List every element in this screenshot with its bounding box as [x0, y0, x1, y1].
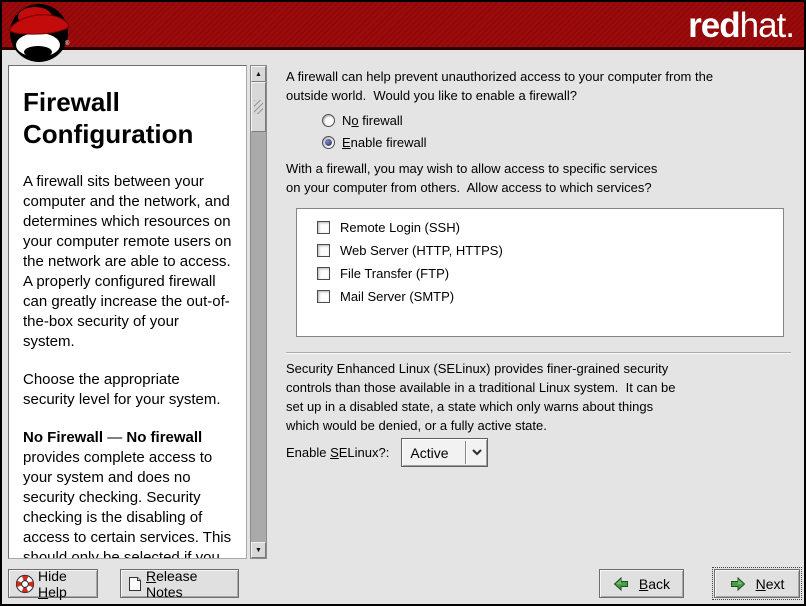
header-banner: [2, 2, 804, 50]
service-row-ssh[interactable]: Remote Login (SSH): [317, 216, 783, 239]
back-label: Back: [639, 576, 670, 592]
selinux-line-2: controls than those available in a tradi…: [286, 378, 676, 397]
label-post: ack: [648, 576, 670, 592]
checkbox-web-server[interactable]: [317, 244, 330, 257]
help-scrollbar[interactable]: ▲ ▼: [250, 65, 267, 559]
radio-enable-firewall[interactable]: [322, 136, 335, 149]
document-icon: [127, 576, 143, 592]
arrow-right-icon: [730, 576, 746, 592]
intro-line-1: A firewall can help prevent unauthorized…: [286, 67, 713, 86]
help-term-no-firewall-2: No firewall: [126, 429, 202, 446]
label-pre: Enable: [286, 445, 330, 460]
help-paragraph-3-text: provides complete access to your system …: [23, 449, 231, 559]
selinux-line-1: Security Enhanced Linux (SELinux) provid…: [286, 359, 676, 378]
services-question-text: With a firewall, you may wish to allow a…: [286, 159, 657, 197]
selinux-description: Security Enhanced Linux (SELinux) provid…: [286, 359, 676, 435]
scroll-down-button[interactable]: ▼: [251, 542, 266, 558]
scroll-up-button[interactable]: ▲: [251, 66, 266, 82]
horizontal-separator: [286, 352, 791, 354]
selinux-dropdown[interactable]: Active: [401, 438, 488, 467]
checkbox-file-transfer-ftp[interactable]: [317, 267, 330, 280]
next-label: Next: [756, 576, 785, 592]
radio-row-enable-firewall[interactable]: Enable firewall: [322, 131, 427, 153]
checkbox-mail-server-smtp[interactable]: [317, 290, 330, 303]
window-body: ® redhat. Firewall Configuration A firew…: [2, 2, 804, 604]
radio-enable-firewall-label[interactable]: Enable firewall: [342, 135, 427, 150]
label-accel: o: [351, 113, 358, 128]
label-pre: N: [342, 113, 351, 128]
scrollbar-thumb[interactable]: [251, 82, 266, 132]
help-paragraph-3: No Firewall — No firewall provides compl…: [23, 428, 232, 559]
help-title: Firewall Configuration: [23, 86, 236, 150]
checkbox-remote-login-ssh[interactable]: [317, 221, 330, 234]
intro-line-2: outside world. Would you like to enable …: [286, 86, 713, 105]
chevron-down-icon: [466, 439, 487, 466]
label-post: firewall: [359, 113, 403, 128]
release-notes-label: Release Notes: [146, 568, 232, 600]
selinux-control-row: Enable SELinux?: Active: [286, 438, 488, 467]
service-row-ftp[interactable]: File Transfer (FTP): [317, 262, 783, 285]
selinux-selected-value: Active: [402, 439, 465, 466]
label-accel: H: [38, 584, 48, 600]
service-label[interactable]: File Transfer (FTP): [340, 266, 449, 281]
help-dash: —: [103, 429, 126, 446]
services-line-2: on your computer from others. Allow acce…: [286, 178, 657, 197]
wordmark-red: red: [688, 6, 739, 45]
help-panel: Firewall Configuration A firewall sits b…: [8, 65, 247, 559]
service-label[interactable]: Web Server (HTTP, HTTPS): [340, 243, 503, 258]
service-label[interactable]: Mail Server (SMTP): [340, 289, 454, 304]
label-post: elp: [48, 584, 67, 600]
wordmark-hat: hat.: [740, 6, 794, 45]
label-post: ELinux?:: [339, 445, 390, 460]
arrow-up-icon: ▲: [255, 71, 262, 78]
label-pre: Hide: [38, 568, 67, 584]
help-paragraph-1: A firewall sits between your computer an…: [23, 172, 232, 352]
services-line-1: With a firewall, you may wish to allow a…: [286, 159, 657, 178]
services-list: Remote Login (SSH) Web Server (HTTP, HTT…: [296, 208, 784, 337]
back-button[interactable]: Back: [599, 569, 684, 598]
label-post: ext: [766, 576, 785, 592]
service-label[interactable]: Remote Login (SSH): [340, 220, 460, 235]
firewall-radio-group: No firewall Enable firewall: [322, 109, 427, 153]
radio-row-no-firewall[interactable]: No firewall: [322, 109, 427, 131]
service-row-web[interactable]: Web Server (HTTP, HTTPS): [317, 239, 783, 262]
radio-no-firewall[interactable]: [322, 114, 335, 127]
selinux-line-4: which would be denied, or a fully active…: [286, 416, 676, 435]
help-paragraph-2: Choose the appropriate security level fo…: [23, 370, 232, 410]
label-post: nable firewall: [351, 135, 427, 150]
installer-window: ® redhat. Firewall Configuration A firew…: [0, 0, 806, 606]
next-button[interactable]: Next: [714, 569, 800, 598]
redhat-shadowman-logo: ®: [5, 3, 75, 63]
release-notes-button[interactable]: Release Notes: [120, 569, 239, 598]
label-accel: E: [342, 135, 351, 150]
selinux-label: Enable SELinux?:: [286, 445, 389, 460]
label-accel: B: [639, 576, 648, 592]
help-term-no-firewall: No Firewall: [23, 429, 103, 446]
label-accel: N: [756, 576, 766, 592]
label-accel: S: [330, 445, 339, 460]
label-accel: R: [146, 568, 156, 584]
service-row-smtp[interactable]: Mail Server (SMTP): [317, 285, 783, 308]
firewall-intro-text: A firewall can help prevent unauthorized…: [286, 67, 713, 105]
life-preserver-icon: [15, 574, 35, 594]
arrow-left-icon: [613, 576, 629, 592]
registered-trademark-glyph: ®: [65, 40, 70, 47]
arrow-down-icon: ▼: [255, 547, 262, 554]
hide-help-button[interactable]: Hide Help: [8, 569, 98, 598]
radio-no-firewall-label[interactable]: No firewall: [342, 113, 403, 128]
selinux-line-3: set up in a disabled state, a state whic…: [286, 397, 676, 416]
redhat-wordmark: redhat.: [688, 6, 794, 46]
hide-help-label: Hide Help: [38, 568, 91, 600]
